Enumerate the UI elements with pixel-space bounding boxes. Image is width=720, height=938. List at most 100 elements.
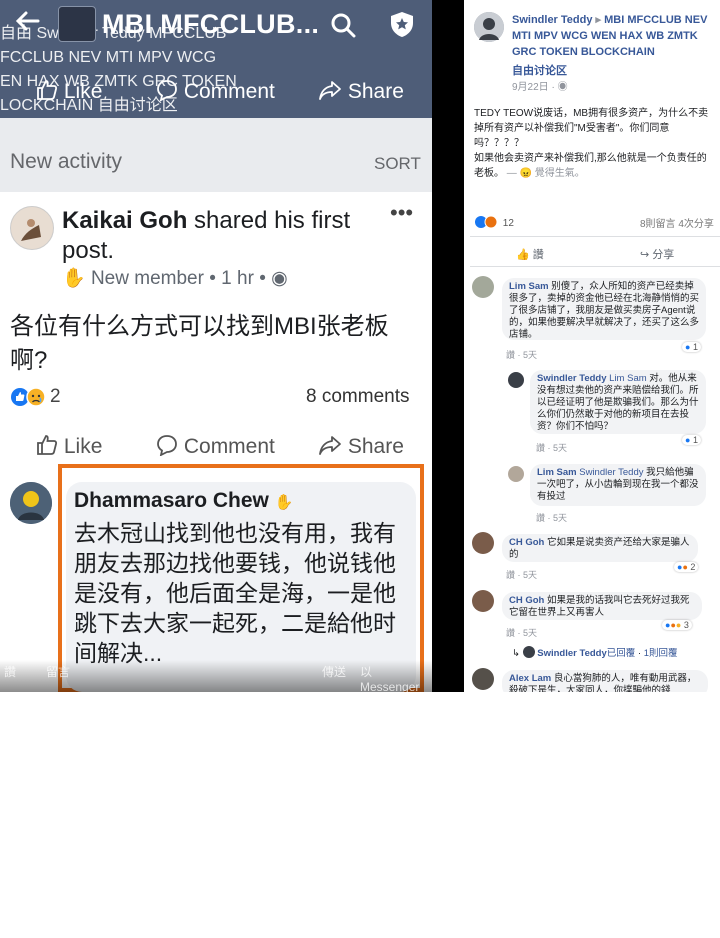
- comment-author-name[interactable]: CH Goh: [509, 595, 544, 606]
- like-button[interactable]: 👍 讚: [516, 246, 544, 262]
- back-arrow-icon[interactable]: [14, 8, 40, 34]
- comment-bubble: Lim Sam Swindler Teddy 我只給他骗一次吧了，从小齿輪到现在…: [530, 464, 706, 506]
- share-button[interactable]: Share: [318, 79, 404, 104]
- thumbs-up-icon: 👍: [516, 249, 530, 261]
- bottom-like[interactable]: 讚: [4, 663, 16, 680]
- comment-text: 去木冠山找到他也没有用，我有朋友去那边找他要钱，他说钱他是没有，他后面全是海，一…: [74, 520, 396, 666]
- bottom-comment[interactable]: 留言: [46, 663, 70, 680]
- comment-author-name[interactable]: Alex Lam: [509, 673, 551, 684]
- divider: [470, 266, 720, 267]
- member-badge: New member: [90, 268, 204, 289]
- comment-mention[interactable]: Swindler Teddy: [579, 467, 643, 478]
- comment-reactions[interactable]: ●●● 3: [662, 620, 692, 630]
- comment-time[interactable]: 5天: [523, 628, 537, 638]
- comment-time[interactable]: 5天: [523, 570, 537, 580]
- comment-reactions[interactable]: ● 1: [682, 435, 701, 445]
- post-body: 各位有什么方式可以找到MBI张老板啊?: [10, 313, 389, 374]
- share-button[interactable]: ↪ 分享: [640, 246, 674, 262]
- avatar[interactable]: [472, 532, 494, 554]
- comment-button[interactable]: Comment: [156, 79, 275, 104]
- post-body-line: 如果他会卖资产来补偿我们,那么他就是一个负责任的老板。 — 😠 覺得生氣。: [474, 151, 714, 181]
- comment-reaction-count: 1: [692, 342, 698, 352]
- comment-author-name[interactable]: Dhammasaro Chew: [74, 489, 269, 512]
- avatar[interactable]: [472, 276, 494, 298]
- comment-like[interactable]: 讚: [536, 513, 545, 523]
- reactions-count: 12: [502, 218, 514, 229]
- share-label: Share: [347, 80, 404, 103]
- reply-author-name[interactable]: Swindler Teddy: [537, 648, 607, 659]
- post-meta: ✋ New member • 1 hr • ◉: [62, 266, 288, 290]
- divider: [470, 236, 720, 237]
- comment-like[interactable]: 讚: [506, 570, 515, 580]
- group-thumbnail[interactable]: [58, 6, 96, 42]
- comment-meta: 讚 · 5天: [536, 443, 568, 453]
- post-stats[interactable]: 8則留言 4次分享: [640, 215, 714, 230]
- comment-mention[interactable]: Lim Sam: [609, 373, 646, 384]
- comment-reactions[interactable]: ● 1: [682, 342, 701, 352]
- comment-meta: 讚 · 5天: [506, 350, 538, 360]
- wave-icon: ✋: [62, 268, 86, 289]
- avatar[interactable]: [474, 12, 504, 42]
- meta-separator: •: [209, 268, 216, 289]
- comment-like[interactable]: 讚: [536, 443, 545, 453]
- share-icon: ↪: [640, 249, 650, 261]
- comment-like[interactable]: 讚: [506, 628, 515, 638]
- comment-time[interactable]: 5天: [553, 513, 567, 523]
- post-author-name[interactable]: Swindler Teddy: [512, 14, 592, 26]
- reactions-summary[interactable]: 12: [474, 215, 514, 229]
- comment-author-name[interactable]: CH Goh: [509, 537, 544, 548]
- search-icon[interactable]: [330, 12, 356, 38]
- like-label: 讚: [532, 249, 544, 261]
- share-button[interactable]: Share: [318, 434, 404, 459]
- post-body-line: TEDY TEOW说废话，MB拥有很多资产，为什么不卖掉所有资产以补偿我们"M受…: [474, 108, 709, 149]
- avatar: [522, 646, 535, 658]
- post-time[interactable]: 1 hr: [221, 268, 254, 289]
- reply-suffix: 已回覆: [606, 648, 636, 659]
- feeling-text: — 😠 覺得生氣。: [506, 168, 585, 179]
- comment-bubble: CH Goh 如果是我的话我叫它去死好过我死它留在世界上又再害人: [502, 592, 702, 620]
- avatar[interactable]: [10, 206, 54, 250]
- meta-separator: ·: [551, 82, 555, 93]
- replies-count[interactable]: 1則回覆: [644, 648, 678, 659]
- globe-icon: ◉: [271, 268, 288, 289]
- comment-reactions[interactable]: ●● 2: [674, 562, 699, 572]
- comment-like[interactable]: 讚: [506, 350, 515, 360]
- reply-indicator[interactable]: ↳ Swindler Teddy已回覆 · 1則回覆: [512, 645, 678, 659]
- reply-arrow-icon: ↳: [512, 648, 520, 659]
- comment-button[interactable]: Comment: [156, 434, 275, 459]
- comment-label: Comment: [183, 435, 275, 458]
- comment-meta: 讚 · 5天: [506, 570, 538, 580]
- post-date-text[interactable]: 9月22日: [512, 82, 549, 93]
- like-label: Like: [63, 435, 103, 458]
- comment-bubble: Swindler Teddy Lim Sam 对。他从来没有想过卖他的资产来赔偿…: [530, 370, 706, 434]
- post-author-name[interactable]: Kaikai Goh: [62, 207, 187, 234]
- admin-shield-icon[interactable]: [388, 10, 416, 38]
- comment-author-name[interactable]: Swindler Teddy: [537, 373, 607, 384]
- avatar[interactable]: [472, 590, 494, 612]
- comment-bubble: CH Goh 它如果是说卖资产还给大家是骗人的: [502, 534, 698, 562]
- comment-author-name[interactable]: Lim Sam: [537, 467, 577, 478]
- comment-reaction-count: 1: [692, 435, 698, 445]
- wave-icon: ✋: [274, 494, 294, 511]
- reactions-count[interactable]: 2: [50, 386, 61, 408]
- comment-time[interactable]: 5天: [523, 350, 537, 360]
- avatar[interactable]: [10, 482, 52, 524]
- avatar[interactable]: [508, 372, 524, 388]
- meta-separator: ·: [637, 648, 642, 659]
- comment-time[interactable]: 5天: [553, 443, 567, 453]
- meta-separator: •: [259, 268, 266, 289]
- avatar[interactable]: [472, 668, 494, 690]
- avatar[interactable]: [508, 466, 524, 482]
- blank-area: [0, 692, 720, 938]
- like-button[interactable]: Like: [36, 79, 102, 104]
- forum-link[interactable]: 自由讨论区: [512, 62, 567, 78]
- more-options-icon[interactable]: •••: [390, 200, 413, 226]
- comment-author-name[interactable]: Lim Sam: [509, 281, 549, 292]
- comments-count[interactable]: 8 comments: [306, 386, 409, 408]
- comment-author[interactable]: Dhammasaro Chew ✋: [74, 489, 293, 513]
- sort-button[interactable]: SORT: [374, 154, 421, 174]
- haha-reaction-icon: ●: [675, 620, 682, 630]
- like-reaction-icon: ●: [685, 342, 691, 352]
- like-button[interactable]: Like: [36, 434, 102, 459]
- bottom-send[interactable]: 傳送: [322, 663, 346, 680]
